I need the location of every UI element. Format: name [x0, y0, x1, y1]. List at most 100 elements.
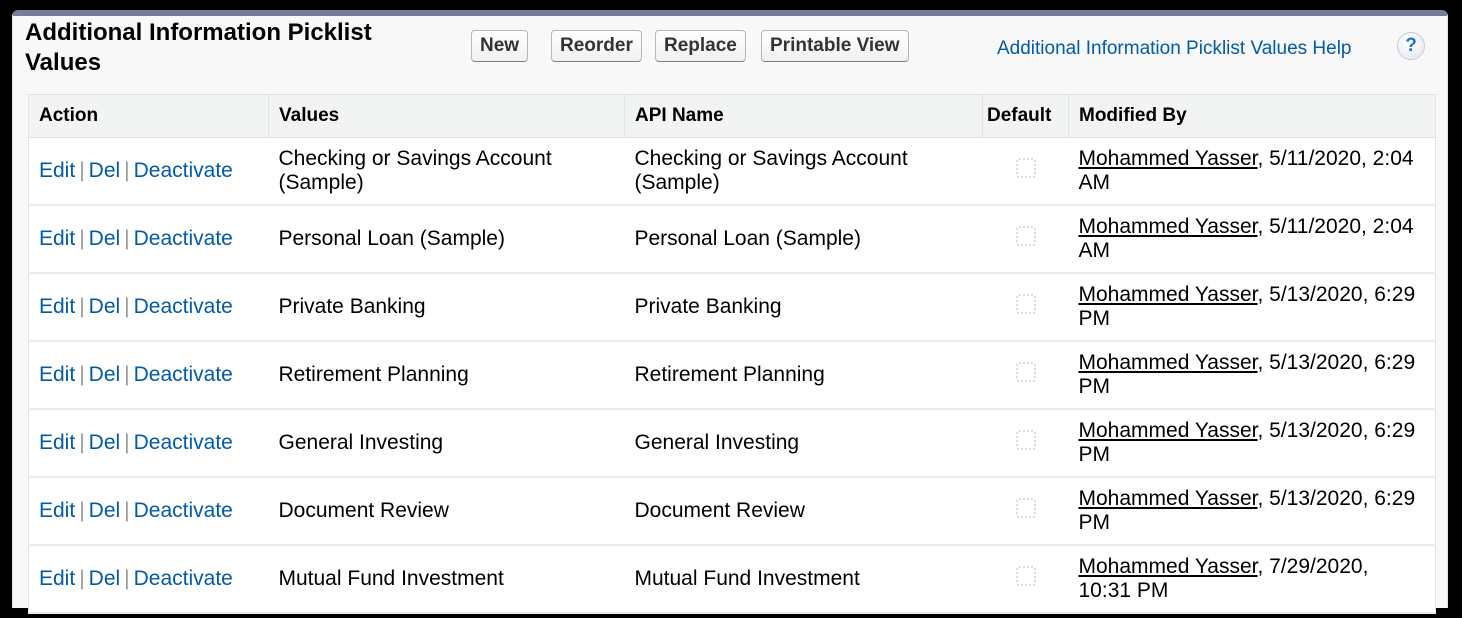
table-row: Edit | Del | Deactivate Retirement Planning … [28, 341, 1436, 410]
edit-link[interactable]: Edit [39, 363, 75, 386]
default-cell [982, 545, 1069, 614]
deactivate-link[interactable]: Deactivate [134, 567, 233, 590]
api-name-cell: Checking or Savings Account (Sample) [624, 137, 983, 206]
modified-by-user-link[interactable]: Mohammed Yasser [1079, 215, 1258, 238]
value-cell: Checking or Savings Account (Sample) [268, 137, 625, 206]
action-cell: Edit | Del | Deactivate [28, 273, 269, 342]
edit-link[interactable]: Edit [39, 499, 75, 522]
modified-by-cell: Mohammed Yasser, 7/29/2020, 10:31 PM [1068, 545, 1436, 614]
table-row: Edit | Del | Deactivate Mutual Fund Investme… [28, 545, 1436, 614]
delete-link[interactable]: Del [89, 227, 121, 250]
default-checkbox [1015, 566, 1036, 586]
api-name-cell: Mutual Fund Investment [624, 545, 983, 614]
delete-link[interactable]: Del [89, 567, 121, 590]
separator: | [79, 295, 85, 318]
column-header-api-name: API Name [624, 94, 983, 138]
separator: | [79, 363, 85, 386]
action-cell: Edit | Del | Deactivate [28, 477, 269, 546]
default-checkbox [1015, 226, 1036, 246]
modified-by-user-link[interactable]: Mohammed Yasser [1079, 419, 1258, 442]
action-cell: Edit | Del | Deactivate [28, 137, 269, 206]
printable-view-button[interactable]: Printable View [761, 30, 909, 62]
deactivate-link[interactable]: Deactivate [134, 499, 233, 522]
value-cell: Retirement Planning [268, 341, 625, 410]
separator: | [124, 159, 130, 182]
modified-by-user-link[interactable]: Mohammed Yasser [1079, 147, 1258, 170]
new-button[interactable]: New [471, 30, 529, 62]
delete-link[interactable]: Del [89, 159, 121, 182]
value-cell: Mutual Fund Investment [268, 545, 625, 614]
default-cell [982, 477, 1069, 546]
default-cell [982, 409, 1069, 478]
value-cell: Document Review [268, 477, 625, 546]
modified-by-cell: Mohammed Yasser, 5/11/2020, 2:04 AM [1068, 205, 1436, 274]
separator: | [79, 227, 85, 250]
deactivate-link[interactable]: Deactivate [134, 159, 233, 182]
reorder-button[interactable]: Reorder [551, 30, 642, 62]
delete-link[interactable]: Del [89, 363, 121, 386]
delete-link[interactable]: Del [89, 431, 121, 454]
modified-by-user-link[interactable]: Mohammed Yasser [1079, 351, 1258, 374]
default-cell [982, 137, 1069, 206]
help-question-icon[interactable]: ? [1397, 32, 1425, 60]
picklist-values-table: Action Values API Name Default Modified … [28, 94, 1436, 614]
value-cell: General Investing [268, 409, 625, 478]
modified-by-cell: Mohammed Yasser, 5/13/2020, 6:29 PM [1068, 273, 1436, 342]
column-header-values: Values [268, 94, 625, 138]
modified-by-cell: Mohammed Yasser, 5/11/2020, 2:04 AM [1068, 137, 1436, 206]
modified-by-user-link[interactable]: Mohammed Yasser [1079, 555, 1258, 578]
edit-link[interactable]: Edit [39, 227, 75, 250]
edit-link[interactable]: Edit [39, 295, 75, 318]
table-row: Edit | Del | Deactivate General Investing Ge… [28, 409, 1436, 478]
default-cell [982, 341, 1069, 410]
delete-link[interactable]: Del [89, 295, 121, 318]
action-cell: Edit | Del | Deactivate [28, 545, 269, 614]
column-header-default: Default [982, 94, 1069, 138]
deactivate-link[interactable]: Deactivate [134, 227, 233, 250]
modified-by-cell: Mohammed Yasser, 5/13/2020, 6:29 PM [1068, 341, 1436, 410]
default-cell [982, 205, 1069, 274]
table-row: Edit | Del | Deactivate Checking or Savings … [28, 137, 1436, 206]
edit-link[interactable]: Edit [39, 567, 75, 590]
separator: | [124, 363, 130, 386]
column-header-modified-by: Modified By [1068, 94, 1436, 138]
modified-by-user-link[interactable]: Mohammed Yasser [1079, 487, 1258, 510]
separator: | [79, 567, 85, 590]
separator: | [79, 159, 85, 182]
column-header-action: Action [28, 94, 269, 138]
edit-link[interactable]: Edit [39, 431, 75, 454]
replace-button[interactable]: Replace [655, 30, 746, 62]
separator: | [79, 499, 85, 522]
table-header-row: Action Values API Name Default Modified … [28, 94, 1436, 138]
table-row: Edit | Del | Deactivate Private Banking Priv… [28, 273, 1436, 342]
separator: | [124, 499, 130, 522]
api-name-cell: General Investing [624, 409, 983, 478]
deactivate-link[interactable]: Deactivate [134, 295, 233, 318]
api-name-cell: Private Banking [624, 273, 983, 342]
table-row: Edit | Del | Deactivate Personal Loan (Sampl… [28, 205, 1436, 274]
action-cell: Edit | Del | Deactivate [28, 341, 269, 410]
action-cell: Edit | Del | Deactivate [28, 205, 269, 274]
default-cell [982, 273, 1069, 342]
default-checkbox [1015, 430, 1036, 450]
deactivate-link[interactable]: Deactivate [134, 431, 233, 454]
page-title: Additional Information Picklist Values [25, 19, 372, 76]
picklist-values-panel: Additional Information Picklist Values N… [12, 10, 1448, 614]
default-checkbox [1015, 362, 1036, 382]
api-name-cell: Personal Loan (Sample) [624, 205, 983, 274]
deactivate-link[interactable]: Deactivate [134, 363, 233, 386]
table-body: Edit | Del | Deactivate Checking or Savings … [28, 137, 1436, 614]
api-name-cell: Retirement Planning [624, 341, 983, 410]
panel-header: Additional Information Picklist Values N… [13, 16, 1447, 94]
default-checkbox [1015, 294, 1036, 314]
separator: | [124, 295, 130, 318]
edit-link[interactable]: Edit [39, 159, 75, 182]
modified-by-user-link[interactable]: Mohammed Yasser [1079, 283, 1258, 306]
separator: | [124, 431, 130, 454]
help-link[interactable]: Additional Information Picklist Values H… [997, 38, 1352, 60]
delete-link[interactable]: Del [89, 499, 121, 522]
modified-by-cell: Mohammed Yasser, 5/13/2020, 6:29 PM [1068, 409, 1436, 478]
default-checkbox [1015, 158, 1036, 178]
modified-by-cell: Mohammed Yasser, 5/13/2020, 6:29 PM [1068, 477, 1436, 546]
action-cell: Edit | Del | Deactivate [28, 409, 269, 478]
